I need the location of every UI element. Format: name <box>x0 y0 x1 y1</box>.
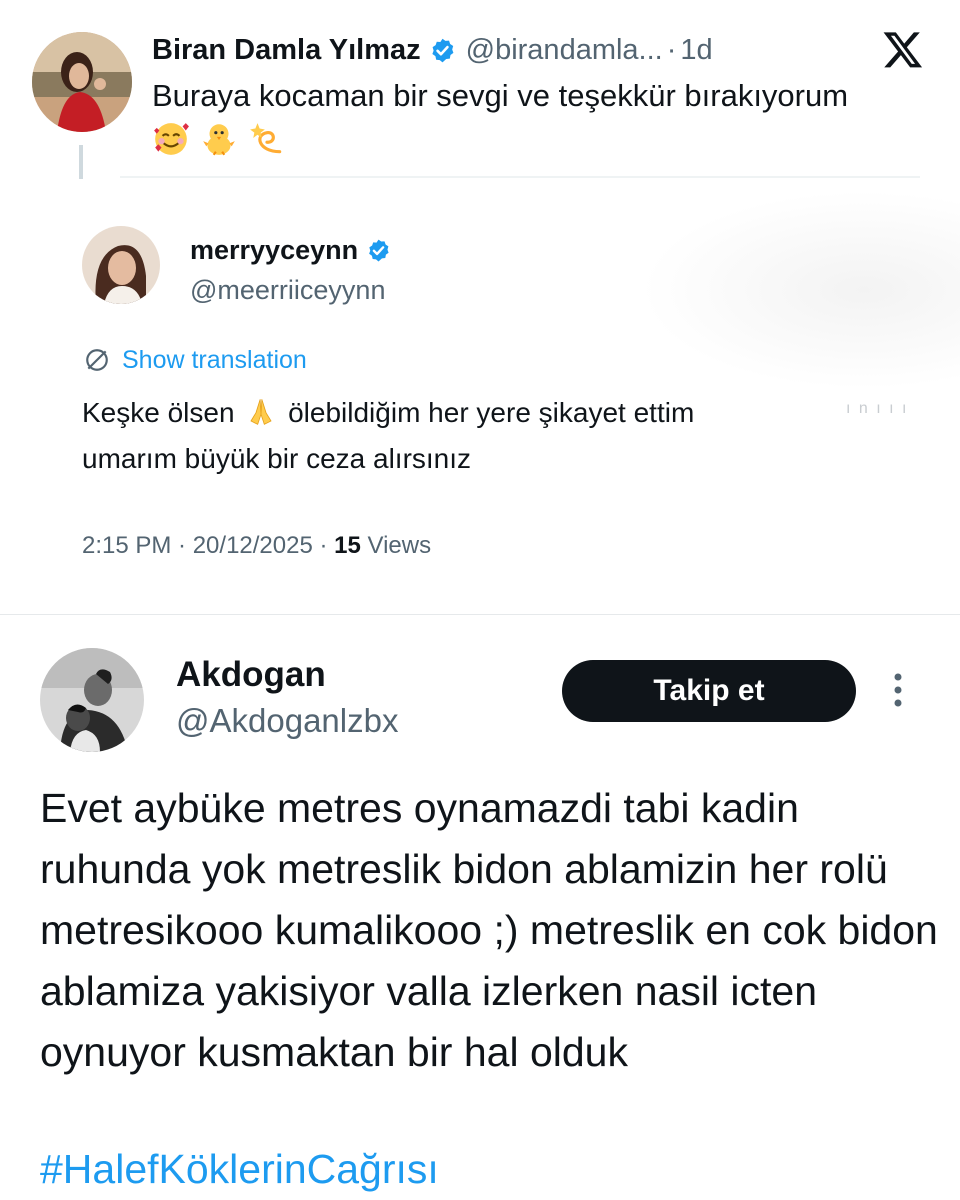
main-tweet-text: Evet aybüke metres oynamazdi tabi kadin … <box>40 785 938 1075</box>
main-author-name[interactable]: Akdogan <box>176 655 326 695</box>
quoted-author-name[interactable]: merryyceynn <box>190 235 358 266</box>
quoted-text-part1: Keşke ölsen <box>82 397 235 428</box>
x-logo-icon[interactable] <box>882 28 924 70</box>
quoted-tweet-shadow <box>640 190 960 390</box>
reply-emoji-row <box>152 118 286 160</box>
quoted-text-part2: ölebildiğim her yere şikayet ettim <box>288 397 695 428</box>
faded-background-text: ı n ı ı ı <box>846 400 909 417</box>
reply-tweet-text: Buraya kocaman bir sevgi ve teşekkür bır… <box>152 78 849 113</box>
views-count: 15 <box>334 532 361 559</box>
quoted-text-line2: umarım büyük bir ceza alırsınız <box>82 443 472 474</box>
quoted-author-avatar[interactable] <box>82 226 160 304</box>
smiling-face-with-hearts-emoji <box>152 120 190 158</box>
more-vertical-icon[interactable] <box>888 670 908 710</box>
reply-author-avatar[interactable] <box>32 32 132 132</box>
reply-timestamp[interactable]: 1d <box>680 34 712 67</box>
reply-author-name[interactable]: Biran Damla Yılmaz <box>152 34 421 67</box>
quoted-tweet-text: Keşke ölsen ölebildiğim her yere şikayet… <box>82 390 862 482</box>
main-author-avatar[interactable] <box>40 648 144 752</box>
verified-badge-icon <box>366 238 391 263</box>
hatching-chick-emoji <box>200 120 238 158</box>
verified-badge-icon <box>429 37 456 64</box>
quoted-author-name-row: merryyceynn <box>190 235 391 266</box>
quoted-author-handle[interactable]: @meerriiceyynn <box>190 275 385 306</box>
reply-header: Biran Damla Yılmaz @birandamla... · 1d <box>152 30 713 70</box>
screenshot-page: Biran Damla Yılmaz @birandamla... · 1d B… <box>0 0 960 1200</box>
section-divider <box>0 614 960 615</box>
globe-icon <box>84 347 110 373</box>
reply-author-handle[interactable]: @birandamla... <box>466 34 663 67</box>
follow-button[interactable]: Takip et <box>562 660 856 722</box>
show-translation-label[interactable]: Show translation <box>122 346 307 375</box>
hashtag-link[interactable]: #HalefKöklerinCağrısı <box>40 1144 439 1194</box>
thread-connector-line <box>79 145 83 179</box>
reply-separator: · <box>666 33 677 66</box>
quoted-tweet-timestamp[interactable]: 2:15 PM · 20/12/2025 · <box>82 532 334 559</box>
main-author-handle[interactable]: @Akdoganlzbx <box>176 702 398 740</box>
quoted-tweet-meta: 2:15 PM · 20/12/2025 · 15 Views <box>82 532 431 560</box>
views-label: Views <box>360 532 432 559</box>
show-translation-link[interactable]: Show translation <box>84 344 307 376</box>
dizzy-emoji <box>248 120 286 158</box>
folded-hands-emoji <box>246 396 276 426</box>
